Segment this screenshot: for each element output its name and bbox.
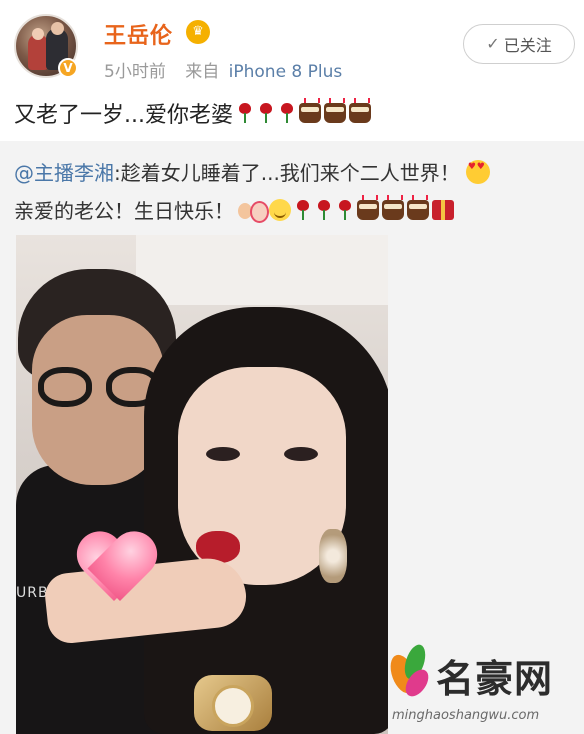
post-header: V 王岳伦 ♛ 5小时前 来自 iPhone 8 Plus ✓ 已关注: [0, 0, 584, 92]
photo-eye: [284, 447, 318, 461]
rose-emoji-icon: [278, 102, 296, 124]
post-text: 又老了一岁...爱你老婆: [14, 97, 371, 129]
avatar-face: [51, 22, 64, 35]
heart-icon: [74, 535, 156, 603]
photo-watch: [194, 675, 272, 731]
post-text-content: 又老了一岁...爱你老婆: [14, 103, 233, 128]
post-meta: 5小时前 来自 iPhone 8 Plus: [104, 57, 342, 82]
avatar-face: [32, 28, 44, 40]
repost-line-1: @主播李湘 :趁着女儿睡着了...我们来个二人世界！: [14, 157, 490, 186]
post-time: 5小时前: [104, 62, 166, 82]
glasses-lens: [38, 367, 92, 407]
rose-emoji-icon: [336, 199, 354, 221]
watermark-logo-icon: [385, 642, 433, 702]
check-icon: ✓: [486, 36, 500, 53]
repost-text-1: :趁着女儿睡着了...我们来个二人世界！: [114, 161, 460, 185]
rose-emoji-icon: [315, 199, 333, 221]
watermark-url: minghaoshangwu.com: [392, 708, 540, 723]
heart-eyes-emoji-icon: [465, 159, 490, 184]
cake-emoji-icon: [323, 98, 346, 123]
watermark-name: 名豪网: [436, 657, 554, 701]
username[interactable]: 王岳伦: [104, 18, 173, 50]
rose-emoji-icon: [294, 199, 312, 221]
source-device[interactable]: iPhone 8 Plus: [229, 62, 343, 82]
rose-emoji-icon: [257, 102, 275, 124]
photo-eye: [206, 447, 240, 461]
mention-link[interactable]: @主播李湘: [14, 157, 114, 186]
kiss-emoji-icon: [238, 199, 269, 223]
post-photo[interactable]: URBERRY: [16, 235, 388, 734]
photo-earring: [319, 529, 347, 583]
cake-emoji-icon: [382, 194, 404, 220]
photo-ceiling: [136, 235, 388, 305]
repost-text-2: 亲爱的老公！生日快乐！: [14, 199, 234, 223]
rose-emoji-icon: [236, 102, 254, 124]
gift-emoji-icon: [432, 199, 454, 220]
cake-emoji-icon: [407, 194, 429, 220]
cake-emoji-icon: [357, 194, 379, 220]
follow-label: 已关注: [503, 38, 552, 55]
source-prefix: 来自: [185, 62, 220, 82]
follow-button[interactable]: ✓ 已关注: [463, 24, 575, 64]
cake-emoji-icon: [298, 98, 321, 123]
repost-line-2: 亲爱的老公！生日快乐！: [14, 194, 454, 224]
v-badge-icon: V: [58, 58, 78, 78]
smile-emoji-icon: [269, 198, 291, 221]
watermark: 名豪网 minghaoshangwu.com: [385, 640, 580, 730]
crown-icon: ♛: [186, 20, 210, 44]
cake-emoji-icon: [348, 98, 371, 123]
